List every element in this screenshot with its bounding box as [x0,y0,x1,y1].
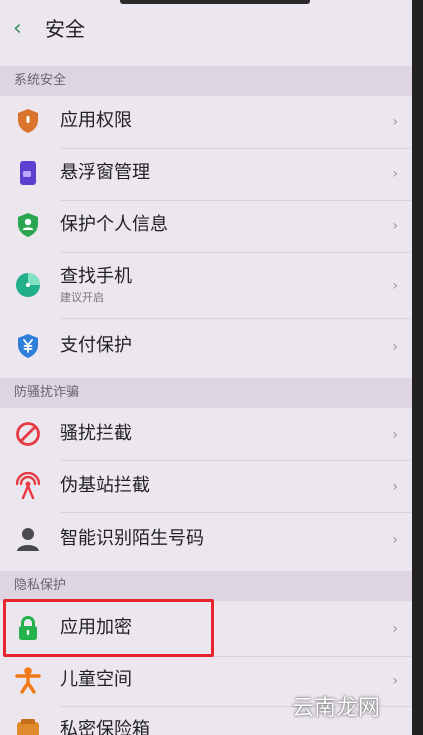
block-icon [16,422,40,446]
phone-screen: ‹ 安全 系统安全 应用权限 › 悬浮窗管理 › 保护个人信息 › 查找手机 建… [0,0,412,735]
device-frame [412,0,423,735]
shield-icon [18,109,38,133]
row-find-phone[interactable]: 查找手机 建议开启 › [0,252,412,318]
radar-icon [16,273,40,297]
header: ‹ 安全 [0,0,412,60]
highlight-box [3,599,214,657]
row-label: 智能识别陌生号码 [60,528,204,549]
row-harass-block[interactable]: 骚扰拦截 › [0,408,412,460]
back-icon[interactable]: ‹ [13,16,22,42]
watermark: 云南龙网 [292,696,381,721]
signal-tower-icon [15,472,41,500]
page-title: 安全 [45,17,85,41]
user-shield-icon [18,213,38,237]
chevron-right-icon: › [392,621,398,637]
chevron-right-icon: › [392,166,398,182]
row-label: 保护个人信息 [60,214,168,235]
row-app-permissions[interactable]: 应用权限 › [0,96,412,148]
chevron-right-icon: › [392,218,398,234]
row-sublabel: 建议开启 [60,291,104,304]
person-icon [17,528,39,551]
chevron-right-icon: › [392,278,398,294]
chevron-right-icon: › [392,339,398,355]
row-label: 支付保护 [60,335,132,356]
row-payment-protect[interactable]: 支付保护 › [0,318,412,374]
row-floating-window[interactable]: 悬浮窗管理 › [0,148,412,200]
row-smart-id[interactable]: 智能识别陌生号码 › [0,512,412,566]
section-header-system: 系统安全 [0,66,412,96]
section-header-antiharass: 防骚扰诈骗 [0,378,412,408]
row-fake-station[interactable]: 伪基站拦截 › [0,460,412,512]
row-label: 私密保险箱 [60,719,150,735]
device-notch [120,0,310,4]
row-label: 悬浮窗管理 [60,162,150,183]
row-label: 骚扰拦截 [60,423,132,444]
payment-shield-icon [18,334,38,358]
chevron-right-icon: › [392,114,398,130]
chevron-right-icon: › [392,673,398,689]
child-icon [15,667,41,694]
floating-window-icon [20,161,36,185]
chevron-right-icon: › [392,532,398,548]
chevron-right-icon: › [392,479,398,495]
row-label: 儿童空间 [60,669,132,690]
row-label: 查找手机 [60,266,132,287]
section-header-privacy: 隐私保护 [0,571,412,601]
safe-box-icon [17,719,39,735]
chevron-right-icon: › [392,427,398,443]
row-label: 应用权限 [60,110,132,131]
row-personal-info[interactable]: 保护个人信息 › [0,200,412,252]
row-label: 伪基站拦截 [60,475,150,496]
